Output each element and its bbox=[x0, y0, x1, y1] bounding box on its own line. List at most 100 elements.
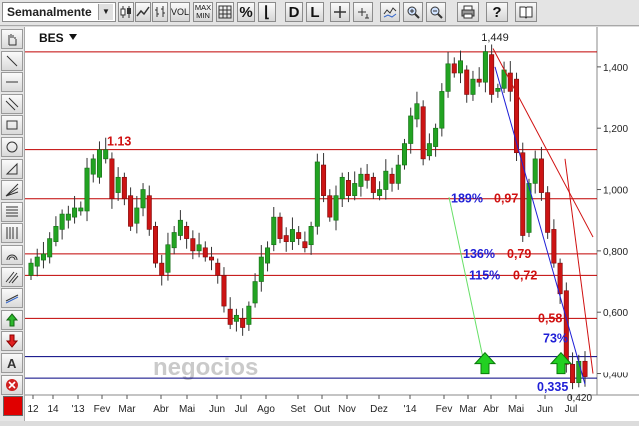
candle-body-down bbox=[538, 158, 544, 193]
candle-body-down bbox=[128, 195, 134, 227]
x-tick-label: Jul bbox=[235, 404, 248, 415]
x-tick-label: Mai bbox=[508, 404, 524, 415]
candle-body-down bbox=[364, 173, 370, 181]
candle-body-up bbox=[134, 207, 140, 224]
buy-arrow-tool[interactable] bbox=[1, 309, 23, 330]
candle-body-up bbox=[53, 226, 59, 242]
candle-body-up bbox=[426, 143, 432, 157]
toolbar-grid-button[interactable] bbox=[216, 2, 234, 22]
toolbar-candles-button[interactable] bbox=[118, 2, 134, 22]
x-tick-label: Mar bbox=[118, 404, 136, 415]
candle-body-up bbox=[78, 207, 84, 212]
period-select[interactable]: Semanalmente ▼ bbox=[2, 2, 116, 22]
hand-tool[interactable] bbox=[1, 29, 23, 49]
candle-body-down bbox=[215, 262, 221, 276]
candle-body-down bbox=[209, 256, 215, 261]
toolbar-bars-button[interactable] bbox=[152, 2, 168, 22]
candle-body-up bbox=[47, 238, 53, 258]
candle-body-down bbox=[302, 241, 308, 249]
y-axis-panel bbox=[597, 27, 639, 395]
x-tick-label: Abr bbox=[153, 404, 169, 415]
candle-body-down bbox=[240, 318, 246, 328]
fan-tool[interactable] bbox=[1, 180, 23, 201]
candle-body-up bbox=[265, 247, 271, 264]
toolbar-log-button[interactable]: ⌊ bbox=[258, 2, 276, 22]
color-swatch[interactable] bbox=[3, 396, 23, 416]
x-tick-label: Set bbox=[290, 404, 305, 415]
channel-tool[interactable] bbox=[1, 93, 23, 114]
toolbar-help-button[interactable]: ? bbox=[486, 2, 508, 22]
toolbar-linear-button[interactable]: L bbox=[306, 2, 324, 22]
toolbar-zoom-out-button[interactable] bbox=[426, 2, 446, 22]
chevron-down-icon[interactable]: ▼ bbox=[98, 4, 113, 20]
candle-body-down bbox=[277, 216, 283, 239]
candle-body-down bbox=[551, 229, 557, 264]
regression-tool[interactable] bbox=[1, 288, 23, 309]
candle-body-up bbox=[59, 213, 65, 230]
toolbar-line-type-button[interactable] bbox=[135, 2, 151, 22]
toolbar-daily-button[interactable]: D bbox=[285, 2, 303, 22]
x-tick-label: Jul bbox=[565, 404, 578, 415]
toolbar-zoom-in-button[interactable] bbox=[403, 2, 423, 22]
x-tick-label: Dez bbox=[370, 404, 388, 415]
hline-tool[interactable] bbox=[1, 72, 23, 93]
toolbar-volume-button[interactable]: VOL bbox=[170, 2, 190, 22]
crosshair-icon bbox=[333, 5, 347, 19]
x-tick-label: Jun bbox=[209, 404, 225, 415]
rectangle-tool[interactable] bbox=[1, 115, 23, 136]
delete-tool[interactable] bbox=[1, 374, 23, 395]
toolbar-indicator-button[interactable] bbox=[380, 2, 400, 22]
toolbar-volume-button-label: VOL bbox=[171, 7, 190, 17]
book-icon bbox=[519, 5, 533, 19]
fibonacci-tool[interactable] bbox=[1, 201, 23, 222]
candle-body-up bbox=[258, 256, 264, 282]
candle-body-up bbox=[333, 195, 339, 221]
text-tool[interactable]: A bbox=[1, 353, 23, 373]
chart-canvas[interactable]: 0,4000,6000,8001,0001,2001,40012 14'13 Fev… bbox=[25, 27, 639, 421]
toolbar-book-button[interactable] bbox=[515, 2, 537, 22]
rectangle-icon bbox=[5, 118, 19, 132]
candle-body-up bbox=[246, 305, 252, 325]
toolbar-percent-button[interactable]: % bbox=[237, 2, 255, 22]
level-pct-136: 136% bbox=[463, 247, 495, 261]
period-label: Semanalmente bbox=[7, 5, 92, 19]
candle-body-up bbox=[65, 213, 71, 221]
candle-body-down bbox=[296, 232, 302, 239]
candle-body-down bbox=[202, 247, 208, 258]
candle-body-up bbox=[90, 158, 96, 175]
price-chart[interactable]: 0,400 0,600 0,800 1,000 1,200 1,400 12 14'13 Fev… bbox=[25, 27, 639, 421]
candle-body-down bbox=[321, 164, 327, 196]
level-label-097: 0,97 bbox=[494, 192, 518, 206]
toolbar-crosshair-button[interactable] bbox=[330, 2, 350, 22]
arc-tool[interactable] bbox=[1, 245, 23, 265]
pitchfork-tool[interactable] bbox=[1, 266, 23, 287]
candle bbox=[545, 186, 551, 239]
toolbar-maxmin-button[interactable]: MAX MIN bbox=[193, 2, 213, 22]
candle-body-up bbox=[470, 78, 476, 95]
toolbar-print-button[interactable] bbox=[457, 2, 479, 22]
toolbar-maxmin-button-label: MAX MIN bbox=[194, 3, 212, 20]
candle-body-up bbox=[34, 256, 40, 267]
line-tool[interactable] bbox=[1, 50, 23, 71]
candle-body-up bbox=[289, 229, 295, 242]
candle-body-up bbox=[233, 314, 239, 322]
toolbar-cursor-button[interactable] bbox=[353, 2, 373, 22]
candle-body-down bbox=[389, 173, 395, 184]
circle-tool[interactable] bbox=[1, 137, 23, 157]
candle-body-up bbox=[196, 244, 202, 252]
candle-body-down bbox=[327, 195, 333, 218]
fan-lines-icon bbox=[5, 183, 19, 197]
x-tick-label: Jun bbox=[537, 404, 553, 415]
candle-body-down bbox=[563, 290, 569, 365]
hand-icon bbox=[5, 32, 19, 46]
candle-body-up bbox=[408, 115, 414, 144]
y-tick-label: 1,200 bbox=[603, 124, 628, 135]
candle-body-up bbox=[445, 63, 451, 92]
candle-body-up bbox=[339, 176, 345, 200]
triangle-tool[interactable] bbox=[1, 158, 23, 179]
vertical-lines-icon bbox=[5, 226, 19, 240]
x-tick-label: Abr bbox=[483, 404, 499, 415]
level-label-058: 0,58 bbox=[538, 311, 562, 325]
sell-arrow-tool[interactable] bbox=[1, 331, 23, 352]
fibonacci-time-tool[interactable] bbox=[1, 223, 23, 244]
